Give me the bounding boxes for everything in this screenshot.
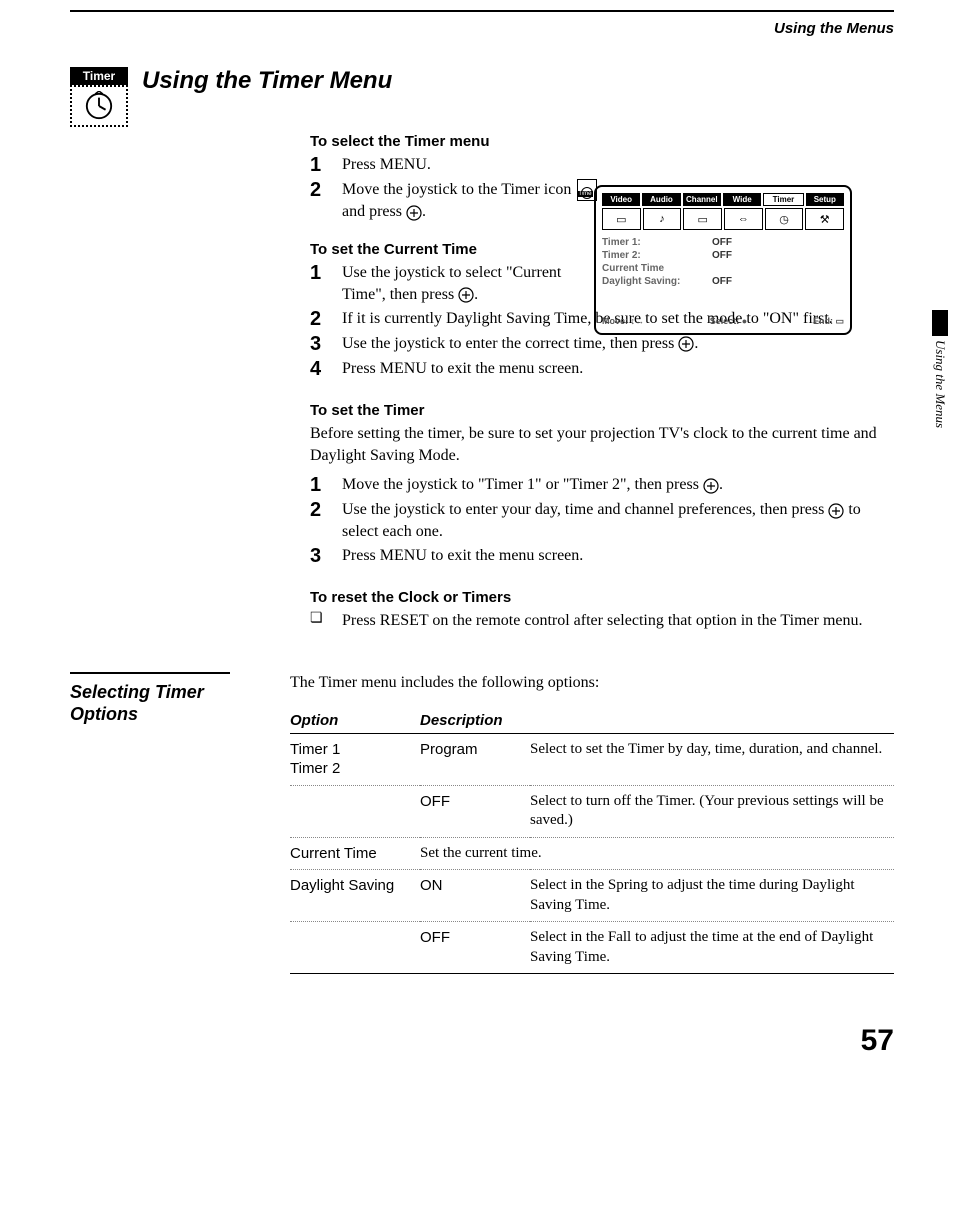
- running-header: Using the Menus: [70, 20, 894, 37]
- bullet-marker: ❏: [310, 610, 330, 632]
- osd-footer-move: Move: ↕↔: [602, 316, 644, 327]
- side-tab-text: Using the Menus: [932, 340, 948, 428]
- cell-desc: Select in the Fall to adjust the time at…: [530, 922, 894, 974]
- step-number: 3: [310, 545, 330, 567]
- page-title: Using the Timer Menu: [142, 67, 392, 95]
- step-number: 2: [310, 308, 330, 330]
- osd-icon-setup: ⚒: [805, 208, 844, 230]
- osd-footer-end: End: ▭: [813, 316, 844, 327]
- table-row: OFF Select to turn off the Timer. (Your …: [290, 785, 894, 837]
- cell-option: Current Time: [290, 837, 420, 870]
- table-row: Daylight Saving ON Select in the Spring …: [290, 870, 894, 922]
- osd-line-v: OFF: [712, 249, 732, 262]
- osd-screenshot: Video Audio Channel Wide Timer Setup ▭ ♪…: [594, 185, 852, 335]
- cell-option: [290, 785, 420, 837]
- osd-line-k: Timer 1:: [602, 236, 712, 249]
- page-number: 57: [70, 1024, 894, 1058]
- th-option: Option: [290, 708, 420, 734]
- bullet-text: Press RESET on the remote control after …: [342, 610, 863, 632]
- plus-button-icon: [678, 336, 694, 352]
- cell-option: [290, 922, 420, 974]
- step-text: Press MENU.: [342, 154, 894, 176]
- plus-button-icon: [828, 503, 844, 519]
- heading-reset: To reset the Clock or Timers: [310, 589, 894, 606]
- cell-desc: Select in the Spring to adjust the time …: [530, 870, 894, 922]
- th-description: Description: [420, 708, 894, 734]
- step-text: Use the joystick to enter the correct ti…: [342, 333, 894, 355]
- osd-line-k: Timer 2:: [602, 249, 712, 262]
- osd-tab-channel: Channel: [683, 193, 721, 206]
- step: 1 Press MENU.: [310, 154, 894, 176]
- cell-desc: Set the current time.: [420, 837, 894, 870]
- osd-footer-select: Select: ●: [710, 316, 747, 327]
- osd-line-v: OFF: [712, 236, 732, 249]
- cell-value: ON: [420, 870, 530, 922]
- options-table: Option Description Timer 1 Timer 2 Progr…: [290, 708, 894, 975]
- osd-icon-channel: ▭: [683, 208, 722, 230]
- step-text: Press MENU to exit the menu screen.: [342, 358, 894, 380]
- osd-icon-audio: ♪: [643, 208, 682, 230]
- table-row: OFF Select in the Fall to adjust the tim…: [290, 922, 894, 974]
- step-number: 2: [310, 179, 330, 223]
- cell-desc: Select to turn off the Timer. (Your prev…: [530, 785, 894, 837]
- osd-tab-video: Video: [602, 193, 640, 206]
- osd-tab-audio: Audio: [642, 193, 680, 206]
- timer-menu-icon: Timer: [577, 179, 597, 201]
- step-text: Use the joystick to select "Current Time…: [342, 262, 602, 305]
- osd-icon-timer: ◷: [765, 208, 804, 230]
- step-number: 4: [310, 358, 330, 380]
- cell-option: Daylight Saving: [290, 870, 420, 922]
- cell-value: Program: [420, 733, 530, 785]
- clock-icon: [70, 85, 128, 127]
- timer-badge-label: Timer: [70, 67, 128, 85]
- step-text: Move the joystick to the Timer icon Time…: [342, 179, 602, 223]
- cell-value: OFF: [420, 785, 530, 837]
- osd-tab-setup: Setup: [806, 193, 844, 206]
- step: 2 Use the joystick to enter your day, ti…: [310, 499, 894, 542]
- osd-line-v: OFF: [712, 275, 732, 288]
- step: 3 Press MENU to exit the menu screen.: [310, 545, 894, 567]
- table-row: Current Time Set the current time.: [290, 837, 894, 870]
- osd-icon-wide: ⇔: [724, 208, 763, 230]
- timer-intro: Before setting the timer, be sure to set…: [310, 423, 894, 466]
- step-number: 2: [310, 499, 330, 542]
- step-text: Use the joystick to enter your day, time…: [342, 499, 894, 542]
- step-number: 3: [310, 333, 330, 355]
- step: 4 Press MENU to exit the menu screen.: [310, 358, 894, 380]
- bullet-item: ❏ Press RESET on the remote control afte…: [310, 610, 894, 632]
- timer-badge: Timer: [70, 67, 128, 127]
- plus-button-icon: [458, 287, 474, 303]
- step-text: Move the joystick to "Timer 1" or "Timer…: [342, 474, 894, 496]
- table-row: Timer 1 Timer 2 Program Select to set th…: [290, 733, 894, 785]
- osd-tab-wide: Wide: [723, 193, 761, 206]
- heading-set-timer: To set the Timer: [310, 402, 894, 419]
- heading-select-timer: To select the Timer menu: [310, 133, 894, 150]
- side-tab: Using the Menus: [932, 310, 948, 440]
- osd-icon-video: ▭: [602, 208, 641, 230]
- cell-desc: Select to set the Timer by day, time, du…: [530, 733, 894, 785]
- cell-value: OFF: [420, 922, 530, 974]
- osd-line-k: Current Time: [602, 262, 712, 275]
- step-number: 1: [310, 262, 330, 305]
- step: 1 Move the joystick to "Timer 1" or "Tim…: [310, 474, 894, 496]
- plus-button-icon: [406, 205, 422, 221]
- step-number: 1: [310, 474, 330, 496]
- section-intro: The Timer menu includes the following op…: [290, 672, 894, 694]
- step: 3 Use the joystick to enter the correct …: [310, 333, 894, 355]
- osd-line-k: Daylight Saving:: [602, 275, 712, 288]
- step-number: 1: [310, 154, 330, 176]
- osd-tab-timer: Timer: [763, 193, 803, 206]
- cell-option: Timer 1 Timer 2: [290, 733, 420, 785]
- section-heading: Selecting Timer Options: [70, 682, 270, 725]
- plus-button-icon: [703, 478, 719, 494]
- step-text: Press MENU to exit the menu screen.: [342, 545, 894, 567]
